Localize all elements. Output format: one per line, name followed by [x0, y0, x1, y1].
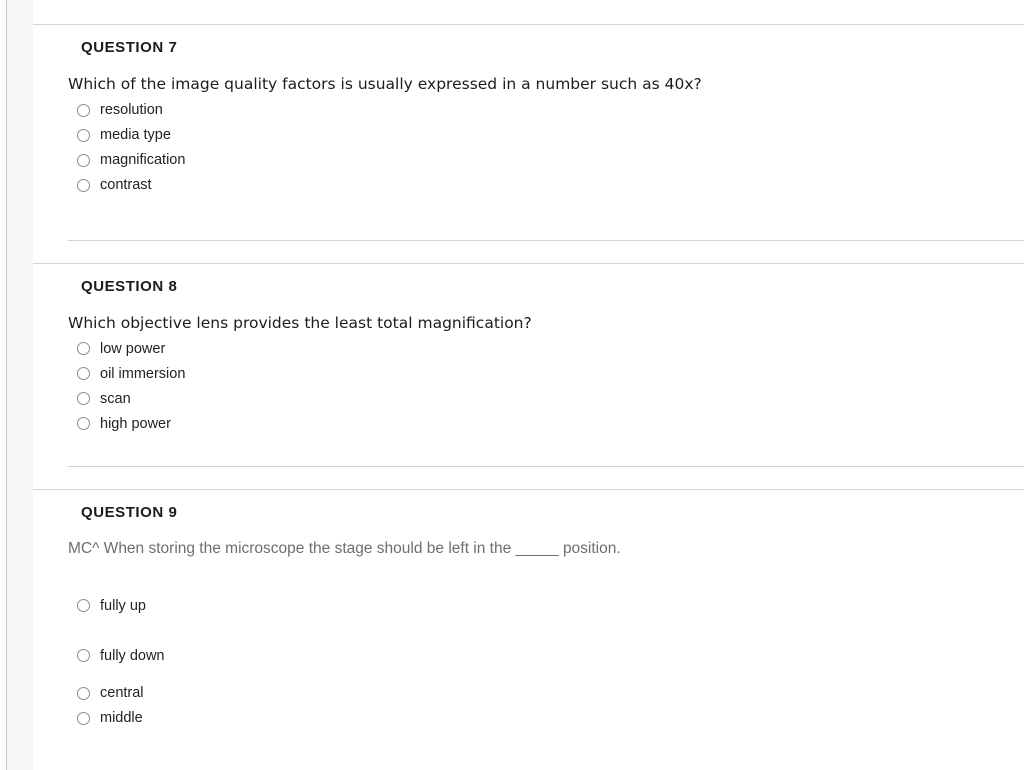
- option-row[interactable]: scan: [77, 386, 1024, 411]
- left-gutter-strip: [7, 0, 33, 770]
- radio-button-icon[interactable]: [77, 178, 90, 192]
- radio-button-icon[interactable]: [77, 417, 90, 431]
- option-label: high power: [100, 415, 171, 432]
- option-label: resolution: [100, 102, 163, 119]
- question-8-header: QUESTION 8: [81, 277, 178, 295]
- question-7-options: resolution media type magnification cont…: [33, 94, 1024, 198]
- option-label: oil immersion: [100, 365, 186, 382]
- question-block-9: QUESTION 9 MC^ When storing the microsco…: [33, 490, 1024, 731]
- option-row[interactable]: resolution: [77, 98, 1024, 123]
- radio-button-icon[interactable]: [77, 103, 90, 117]
- option-row[interactable]: middle: [77, 706, 1024, 731]
- radio-button-icon[interactable]: [77, 649, 90, 663]
- option-label: central: [100, 685, 144, 702]
- option-row[interactable]: fully up: [77, 581, 1024, 631]
- question-block-8: QUESTION 8 Which objective lens provides…: [33, 263, 1024, 490]
- option-label: scan: [100, 390, 131, 407]
- question-7-header: QUESTION 7: [81, 39, 178, 56]
- radio-button-icon[interactable]: [77, 686, 90, 700]
- radio-button-icon[interactable]: [77, 153, 90, 167]
- radio-button-icon[interactable]: [77, 367, 90, 381]
- option-label: media type: [100, 127, 171, 144]
- option-row[interactable]: magnification: [77, 148, 1024, 173]
- option-label: magnification: [100, 152, 186, 169]
- option-row[interactable]: media type: [77, 123, 1024, 148]
- option-row[interactable]: oil immersion: [77, 361, 1024, 386]
- question-9-text: MC^ When storing the microscope the stag…: [68, 540, 621, 558]
- option-label: fully up: [100, 597, 146, 614]
- option-label: middle: [100, 710, 143, 727]
- radio-button-icon[interactable]: [77, 128, 90, 142]
- option-row[interactable]: central: [77, 681, 1024, 706]
- quiz-page: QUESTION 7 Which of the image quality fa…: [0, 0, 1024, 770]
- radio-button-icon[interactable]: [77, 711, 90, 725]
- top-spacer: [33, 0, 1024, 24]
- option-row[interactable]: fully down: [77, 631, 1024, 681]
- option-row[interactable]: low power: [77, 336, 1024, 361]
- option-label: low power: [100, 340, 166, 357]
- question-9-header: QUESTION 9: [81, 504, 178, 522]
- question-7-text: Which of the image quality factors is us…: [68, 75, 702, 93]
- question-9-options: fully up fully down central middle: [33, 559, 1024, 731]
- option-label: fully down: [100, 647, 165, 664]
- radio-button-icon[interactable]: [77, 599, 90, 613]
- radio-button-icon[interactable]: [77, 392, 90, 406]
- question-list: QUESTION 7 Which of the image quality fa…: [33, 0, 1024, 770]
- option-row[interactable]: contrast: [77, 173, 1024, 198]
- question-8-text: Which objective lens provides the least …: [68, 313, 532, 332]
- option-row[interactable]: high power: [77, 411, 1024, 436]
- question-8-options: low power oil immersion scan high power: [33, 332, 1024, 436]
- question-block-7: QUESTION 7 Which of the image quality fa…: [33, 25, 1024, 263]
- option-label: contrast: [100, 177, 152, 194]
- radio-button-icon[interactable]: [77, 342, 90, 356]
